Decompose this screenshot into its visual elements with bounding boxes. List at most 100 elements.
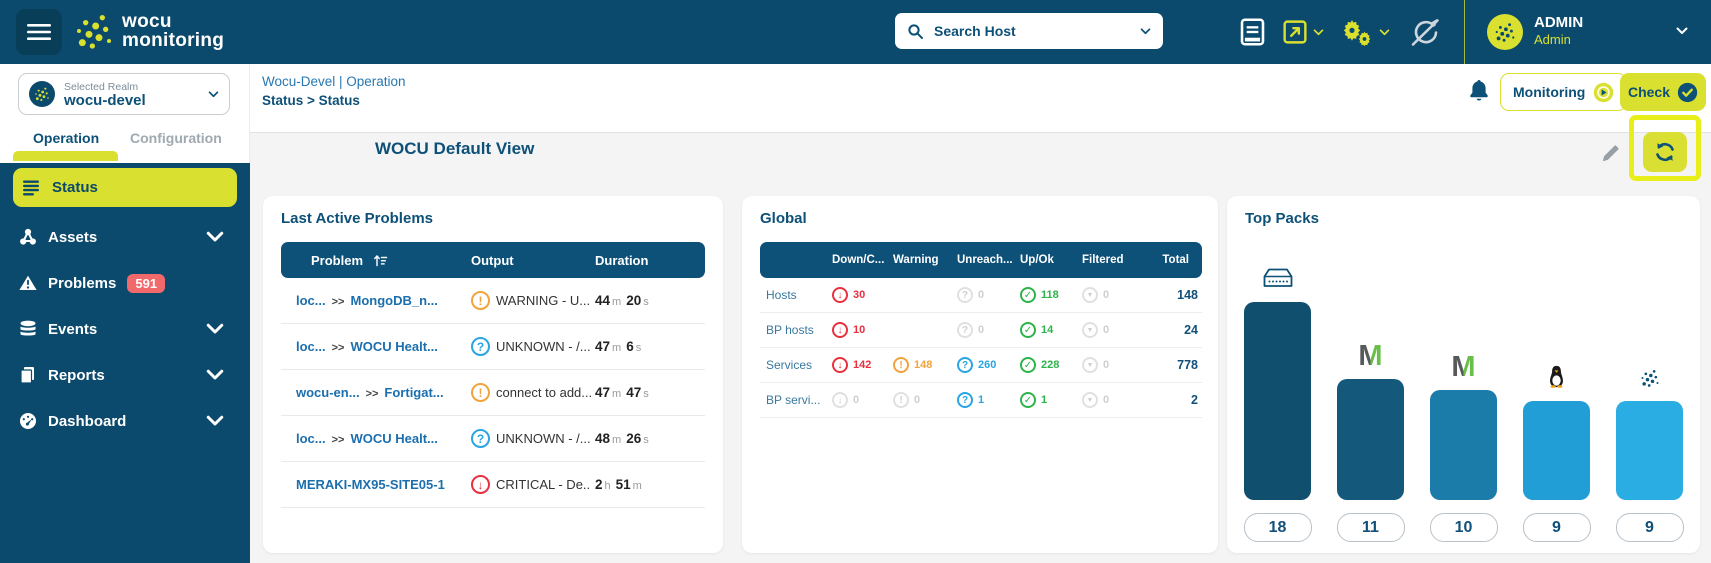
- state-count: 14: [1041, 324, 1053, 336]
- state-count: 0: [1103, 324, 1109, 336]
- external-tools-button[interactable]: [1283, 0, 1324, 64]
- sidebar-item-assets[interactable]: Assets: [0, 214, 250, 260]
- sort-icon[interactable]: [369, 254, 388, 267]
- service-link[interactable]: WOCU Healt...: [350, 431, 437, 446]
- user-menu-chevron-icon[interactable]: [1676, 27, 1688, 35]
- global-table-header: Down/C... Warning Unreach... Up/Ok Filte…: [760, 242, 1202, 278]
- monitoring-button[interactable]: Monitoring: [1500, 73, 1627, 111]
- tab-operation[interactable]: Operation: [33, 130, 99, 146]
- sidebar-item-reports[interactable]: Reports: [0, 352, 250, 398]
- filtered-state-icon: ▼: [1082, 322, 1098, 338]
- notifications-bell-icon[interactable]: [1469, 80, 1489, 102]
- pack-count-pill[interactable]: 9: [1523, 513, 1591, 542]
- meraki-logo-icon: M: [1451, 351, 1475, 383]
- host-link[interactable]: MERAKI-MX95-SITE05-1: [296, 477, 445, 492]
- pack-bar[interactable]: [1430, 390, 1497, 500]
- global-cell-ok: ✓ 118: [1020, 287, 1082, 303]
- search-icon: [907, 23, 924, 40]
- host-link[interactable]: wocu-en...: [296, 385, 360, 400]
- sidebar-item-problems[interactable]: Problems591: [0, 260, 250, 306]
- host-service-separator: >>: [332, 296, 345, 308]
- search-host-input[interactable]: [932, 22, 1132, 40]
- state-count: 0: [1103, 289, 1109, 301]
- problem-row[interactable]: MERAKI-MX95-SITE05-1 ↓CRITICAL - De... 2…: [281, 462, 705, 508]
- host-link[interactable]: loc...: [296, 431, 326, 446]
- global-cell-filtered: ▼ 0: [1082, 322, 1144, 338]
- sidebar-item-label: Status: [52, 179, 98, 196]
- service-link[interactable]: Fortigat...: [384, 385, 443, 400]
- state-count: 0: [1103, 394, 1109, 406]
- gauge-icon: [19, 412, 37, 430]
- pack-slot: M 11: [1324, 258, 1417, 542]
- host-link[interactable]: loc...: [296, 339, 326, 354]
- pack-bar[interactable]: [1337, 379, 1404, 500]
- sidebar-item-dashboard[interactable]: Dashboard: [0, 398, 250, 444]
- global-cell-down: ↓ 30: [832, 287, 893, 303]
- problem-row[interactable]: wocu-en...>>Fortigat... !connect to add.…: [281, 370, 705, 416]
- pack-bar[interactable]: [1616, 401, 1683, 500]
- settings-menu-button[interactable]: [1340, 0, 1390, 64]
- col-output[interactable]: Output: [467, 253, 591, 268]
- gears-icon: [1340, 19, 1372, 46]
- user-info[interactable]: ADMIN Admin: [1534, 14, 1583, 48]
- col-duration[interactable]: Duration: [591, 253, 705, 268]
- global-row-label[interactable]: BP servi...: [760, 393, 832, 407]
- pack-bar[interactable]: [1244, 302, 1311, 500]
- wocu-icon: [1640, 368, 1660, 388]
- problem-output: WARNING - U...: [496, 293, 590, 308]
- global-cell-unknown: ? 1: [957, 392, 1020, 408]
- problem-duration: 44m20s: [591, 292, 705, 310]
- service-link[interactable]: WOCU Healt...: [350, 339, 437, 354]
- breadcrumb: Wocu-Devel | Operation Status > Status: [262, 72, 406, 110]
- service-link[interactable]: MongoDB_n...: [350, 293, 437, 308]
- down-state-icon: ↓: [832, 322, 848, 338]
- hamburger-menu-button[interactable]: [16, 9, 62, 55]
- global-cell-down: ↓ 0: [832, 392, 893, 408]
- global-row-label[interactable]: Services: [760, 358, 832, 372]
- problem-row[interactable]: loc...>>WOCU Healt... ?UNKNOWN - /... 47…: [281, 324, 705, 370]
- pack-bar[interactable]: [1523, 401, 1590, 500]
- disable-view-button[interactable]: [1408, 0, 1442, 64]
- state-count: 228: [1041, 359, 1059, 371]
- top-navigation-bar: wocu monitoring ADMIN Admin: [0, 0, 1711, 64]
- global-cell-filtered: ▼ 0: [1082, 357, 1144, 373]
- global-row-label[interactable]: BP hosts: [760, 323, 832, 337]
- problem-duration: 47m47s: [591, 384, 705, 402]
- state-count: 0: [978, 324, 984, 336]
- documents-icon: [19, 366, 37, 384]
- sidebar-item-label: Dashboard: [48, 413, 126, 430]
- pack-count-pill[interactable]: 9: [1616, 513, 1684, 542]
- pack-count-pill[interactable]: 10: [1430, 513, 1498, 542]
- user-avatar[interactable]: [1487, 14, 1523, 50]
- edit-view-pencil-icon[interactable]: [1600, 142, 1622, 164]
- problem-row[interactable]: loc...>>MongoDB_n... !WARNING - U... 44m…: [281, 278, 705, 324]
- pack-count-pill[interactable]: 18: [1244, 513, 1312, 542]
- state-count: 142: [853, 359, 871, 371]
- chevron-down-icon: [208, 91, 219, 98]
- ok-state-icon: ✓: [1020, 287, 1036, 303]
- sidebar-item-status[interactable]: Status: [13, 168, 237, 207]
- realm-selector[interactable]: Selected Realm wocu-devel: [18, 73, 230, 115]
- meraki-logo-icon: M: [1358, 340, 1382, 372]
- monitoring-status-icon: [1593, 82, 1614, 103]
- chevron-down-icon[interactable]: [1140, 28, 1151, 35]
- unknown-state-icon: ?: [471, 429, 490, 448]
- search-host-box[interactable]: [895, 13, 1163, 49]
- refresh-view-button[interactable]: [1643, 132, 1687, 172]
- state-count: 1: [978, 394, 984, 406]
- pack-count-pill[interactable]: 11: [1337, 513, 1405, 542]
- chevron-down-icon: [206, 320, 224, 338]
- problem-row[interactable]: loc...>>WOCU Healt... ?UNKNOWN - /... 48…: [281, 416, 705, 462]
- host-service-separator: >>: [332, 434, 345, 446]
- col-problem[interactable]: Problem: [296, 253, 363, 268]
- log-viewer-button[interactable]: [1240, 0, 1265, 64]
- problem-output: connect to add...: [496, 385, 591, 400]
- check-button[interactable]: Check: [1620, 73, 1706, 111]
- breadcrumb-line1: Wocu-Devel | Operation: [262, 72, 406, 91]
- sidebar-item-label: Assets: [48, 229, 97, 246]
- sidebar-item-events[interactable]: Events: [0, 306, 250, 352]
- global-row-label[interactable]: Hosts: [760, 288, 832, 302]
- tab-configuration[interactable]: Configuration: [130, 130, 222, 146]
- host-link[interactable]: loc...: [296, 293, 326, 308]
- network-device-icon: [1262, 267, 1294, 289]
